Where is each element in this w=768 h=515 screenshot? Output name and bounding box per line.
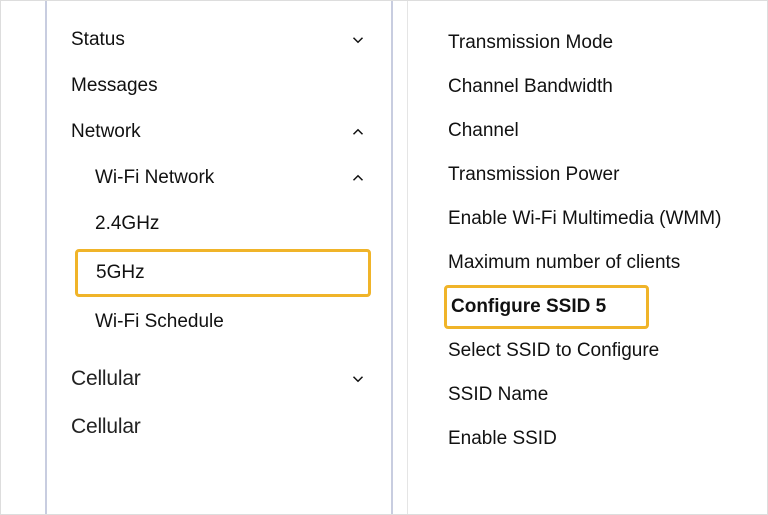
setting-transmission-mode[interactable]: Transmission Mode — [448, 21, 767, 65]
setting-max-clients-label: Maximum number of clients — [448, 252, 680, 273]
nav-status[interactable]: Status — [47, 17, 391, 63]
setting-transmission-power[interactable]: Transmission Power — [448, 153, 767, 197]
setting-enable-ssid-label: Enable SSID — [448, 428, 557, 449]
setting-select-ssid[interactable]: Select SSID to Configure — [448, 329, 767, 373]
nav-wifi-network[interactable]: Wi-Fi Network — [47, 155, 391, 201]
nav-network-label: Network — [71, 121, 141, 143]
setting-ssid-name[interactable]: SSID Name — [448, 373, 767, 417]
setting-transmission-mode-label: Transmission Mode — [448, 32, 613, 53]
chevron-up-icon — [349, 169, 367, 187]
setting-configure-ssid[interactable]: Configure SSID 5 — [447, 294, 606, 320]
nav-cellular-2[interactable]: Cellular — [47, 403, 391, 451]
nav-band-5ghz-label: 5GHz — [96, 262, 145, 283]
sidebar-nav: Status Messages Network Wi-Fi Network 2.… — [45, 1, 393, 514]
chevron-down-icon — [349, 370, 367, 388]
nav-messages-label: Messages — [71, 75, 158, 97]
highlight-5ghz: 5GHz — [75, 249, 371, 297]
setting-select-ssid-label: Select SSID to Configure — [448, 340, 659, 361]
nav-cellular-1-label: Cellular — [71, 367, 141, 391]
setting-channel-bandwidth[interactable]: Channel Bandwidth — [448, 65, 767, 109]
nav-wifi-schedule-label: Wi-Fi Schedule — [95, 311, 224, 332]
settings-panel: Transmission Mode Channel Bandwidth Chan… — [407, 1, 767, 514]
setting-ssid-name-label: SSID Name — [448, 384, 548, 405]
nav-wifi-network-label: Wi-Fi Network — [95, 167, 214, 189]
nav-band-24ghz[interactable]: 2.4GHz — [47, 201, 391, 247]
setting-enable-wmm[interactable]: Enable Wi-Fi Multimedia (WMM) — [448, 197, 767, 241]
setting-max-clients[interactable]: Maximum number of clients — [448, 241, 767, 285]
setting-channel[interactable]: Channel — [448, 109, 767, 153]
setting-channel-label: Channel — [448, 120, 519, 141]
chevron-down-icon — [349, 31, 367, 49]
highlight-configure-ssid: Configure SSID 5 — [444, 285, 649, 329]
nav-messages[interactable]: Messages — [47, 63, 391, 109]
setting-transmission-power-label: Transmission Power — [448, 164, 619, 185]
setting-enable-wmm-label: Enable Wi-Fi Multimedia (WMM) — [448, 208, 721, 229]
nav-band-24ghz-label: 2.4GHz — [95, 213, 159, 234]
setting-enable-ssid[interactable]: Enable SSID — [448, 417, 767, 461]
nav-network[interactable]: Network — [47, 109, 391, 155]
nav-status-label: Status — [71, 29, 125, 51]
nav-wifi-schedule[interactable]: Wi-Fi Schedule — [47, 299, 391, 345]
nav-cellular-1[interactable]: Cellular — [47, 355, 391, 403]
nav-cellular-2-label: Cellular — [71, 415, 141, 439]
chevron-up-icon — [349, 123, 367, 141]
setting-channel-bandwidth-label: Channel Bandwidth — [448, 76, 613, 97]
setting-configure-ssid-label: Configure SSID 5 — [451, 296, 606, 317]
nav-band-5ghz[interactable]: 5GHz — [78, 252, 368, 294]
